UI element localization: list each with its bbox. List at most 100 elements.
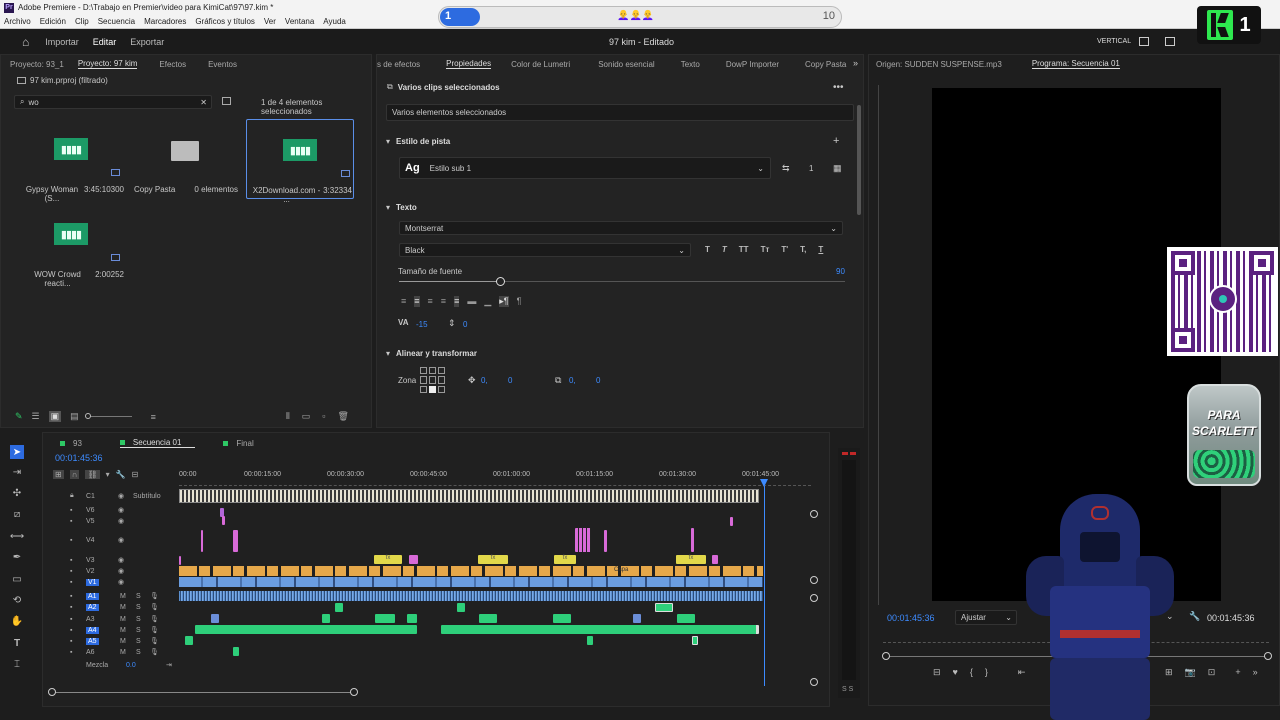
clip-a3[interactable] xyxy=(211,614,219,623)
lock-icon[interactable]: ▪ xyxy=(70,557,72,564)
menu-graficos[interactable]: Gráficos y títulos xyxy=(195,17,255,26)
tab-lumetri[interactable]: Color de Lumetri xyxy=(511,60,570,69)
captions-icon[interactable]: ⊟ xyxy=(132,470,139,479)
eye-icon[interactable]: ◉ xyxy=(118,517,124,525)
menu-secuencia[interactable]: Secuencia xyxy=(98,17,135,26)
nest-icon[interactable]: ⊞ xyxy=(53,470,64,479)
mix-value[interactable]: 0.0 xyxy=(126,662,136,669)
clip-v4[interactable] xyxy=(201,530,203,552)
home-icon[interactable]: ⌂ xyxy=(22,35,29,49)
font-size-slider-thumb[interactable] xyxy=(496,277,505,286)
track-header-a1[interactable]: ▪ A1 M S 🎙︎ xyxy=(44,591,180,601)
align-right-icon[interactable]: ≡ xyxy=(428,296,433,307)
new-bin-icon[interactable]: ▭ xyxy=(302,411,311,422)
font-size-value[interactable]: 90 xyxy=(836,267,845,276)
lock-icon[interactable]: ▪ xyxy=(70,604,72,611)
track-header-a6[interactable]: ▪ A6 M S 🎙︎ xyxy=(44,647,180,657)
ripple-edit-tool-icon[interactable]: ✣ xyxy=(10,486,24,500)
track-header-v2[interactable]: ▪ V2 ◉ xyxy=(44,566,180,576)
mic-icon[interactable]: 🎙︎ xyxy=(150,626,159,634)
track-style-dropdown[interactable]: Ag Estilo sub 1 ⌄ xyxy=(399,157,771,179)
snap-icon[interactable]: ∩ xyxy=(69,470,80,479)
automate-icon[interactable]: ⫴ xyxy=(286,411,290,422)
timeline-horizontal-scrollbar[interactable] xyxy=(48,688,358,696)
justify-icon[interactable]: ≡ xyxy=(441,296,446,307)
clip-a4[interactable] xyxy=(195,625,417,634)
clip-a3[interactable] xyxy=(407,614,417,623)
menu-ayuda[interactable]: Ayuda xyxy=(323,17,346,26)
solo-button[interactable]: S xyxy=(136,649,141,656)
bold-icon[interactable]: T xyxy=(705,245,710,254)
track-header-v3[interactable]: ▪ V3 ◉ xyxy=(44,555,180,565)
font-weight-dropdown[interactable]: Black ⌄ xyxy=(399,243,691,257)
timeline-tracks-area[interactable]: fx fx fx fx Capa xyxy=(179,486,811,686)
nav-importar[interactable]: Importar xyxy=(45,37,79,47)
menu-ventana[interactable]: Ventana xyxy=(285,17,314,26)
split-view-icon[interactable] xyxy=(1165,37,1175,46)
track-header-c1[interactable]: 🔒︎ C1 ◉ Subtítulo xyxy=(44,490,180,502)
type-tool-icon[interactable]: T xyxy=(10,636,24,650)
v2-clips[interactable] xyxy=(179,566,763,576)
project-search-input[interactable]: wo xyxy=(28,98,38,107)
mute-button[interactable]: M xyxy=(120,604,126,611)
clip-v4[interactable] xyxy=(575,528,591,552)
all-caps-icon[interactable]: TT xyxy=(739,245,749,254)
mix-end-icon[interactable]: ⇥ xyxy=(166,661,172,669)
text-direction-rtl-icon[interactable]: ¶ xyxy=(517,296,522,307)
tab-texto[interactable]: Texto xyxy=(681,60,700,69)
fit-dropdown[interactable]: Ajustar ⌄ xyxy=(955,610,1017,625)
lock-icon[interactable]: ▪ xyxy=(70,616,72,623)
tab-secuencia-01[interactable]: Secuencia 01 xyxy=(119,438,196,448)
clip-a2[interactable] xyxy=(335,603,343,612)
more-tabs-icon[interactable]: » xyxy=(853,58,858,68)
add-marker-icon[interactable]: ♥ xyxy=(953,667,958,678)
grid-icon[interactable]: ▦ xyxy=(833,163,842,174)
align-top-icon[interactable]: ▬ xyxy=(467,296,476,307)
slip-tool-icon[interactable]: ⟷ xyxy=(10,529,24,543)
hand-tool-icon[interactable]: ✋ xyxy=(10,614,24,628)
eye-icon[interactable]: ◉ xyxy=(118,567,124,575)
tab-efectos[interactable]: Efectos xyxy=(159,60,186,69)
timeline-ruler[interactable] xyxy=(179,480,811,486)
mute-button[interactable]: M xyxy=(120,649,126,656)
track-header-mix[interactable]: Mezcla 0.0 ⇥ xyxy=(44,660,180,670)
linked-selection-icon[interactable]: ⛓ xyxy=(85,470,100,479)
font-dropdown[interactable]: Montserrat ⌄ xyxy=(399,221,843,235)
clip-a4[interactable] xyxy=(441,625,759,634)
nav-editar[interactable]: Editar xyxy=(93,37,117,47)
razor-tool-icon[interactable]: ⧄ xyxy=(10,507,24,521)
clip-v4[interactable] xyxy=(691,528,694,552)
clip-v3[interactable]: fx xyxy=(478,555,508,564)
zone-grid[interactable] xyxy=(420,367,446,393)
wrench-icon[interactable]: 🔧 xyxy=(1189,611,1200,622)
track-header-v4[interactable]: ▪ V4 ◉ xyxy=(44,535,180,545)
lock-icon[interactable]: ▪ xyxy=(70,537,72,544)
mute-button[interactable]: M xyxy=(120,638,126,645)
solo-button[interactable]: S xyxy=(136,593,141,600)
track-header-v6[interactable]: ▪ V6 ◉ xyxy=(44,505,180,515)
sort-icon[interactable]: ≡ xyxy=(151,412,156,422)
new-bin-from-search-icon[interactable] xyxy=(222,97,231,105)
mic-icon[interactable]: 🎙︎ xyxy=(150,592,159,600)
delete-icon[interactable]: 🗑 xyxy=(338,411,349,422)
more-icon[interactable]: » xyxy=(1253,667,1258,678)
chevron-down-icon[interactable]: ▾ xyxy=(386,137,390,146)
menu-archivo[interactable]: Archivo xyxy=(4,17,31,26)
align-center-icon[interactable]: ≡ xyxy=(414,296,420,307)
tab-origen[interactable]: Origen: SUDDEN SUSPENSE.mp3 xyxy=(876,60,1002,69)
lock-icon[interactable]: 🔒︎ xyxy=(70,492,74,500)
project-item-wow-crowd[interactable]: ▮▮▮▮ WOW Crowd reacti... 2:00252 xyxy=(17,204,125,288)
menu-clip[interactable]: Clip xyxy=(75,17,89,26)
clear-search-icon[interactable]: ✕ xyxy=(200,98,207,107)
lock-icon[interactable]: ▪ xyxy=(70,507,72,514)
properties-scrollbar[interactable] xyxy=(857,105,861,215)
clip-v4[interactable] xyxy=(233,530,238,552)
justify-all-icon[interactable]: ≡ xyxy=(454,296,460,307)
superscript-icon[interactable]: T' xyxy=(781,245,788,254)
subtitle-clips[interactable] xyxy=(179,489,759,503)
chevron-down-icon[interactable]: ▾ xyxy=(386,203,390,212)
align-left-icon[interactable]: ≡ xyxy=(401,296,406,307)
tab-controles-efectos[interactable]: s de efectos xyxy=(377,60,420,69)
camera-icon[interactable]: 📷 xyxy=(1185,667,1196,678)
mute-button[interactable]: M xyxy=(120,627,126,634)
